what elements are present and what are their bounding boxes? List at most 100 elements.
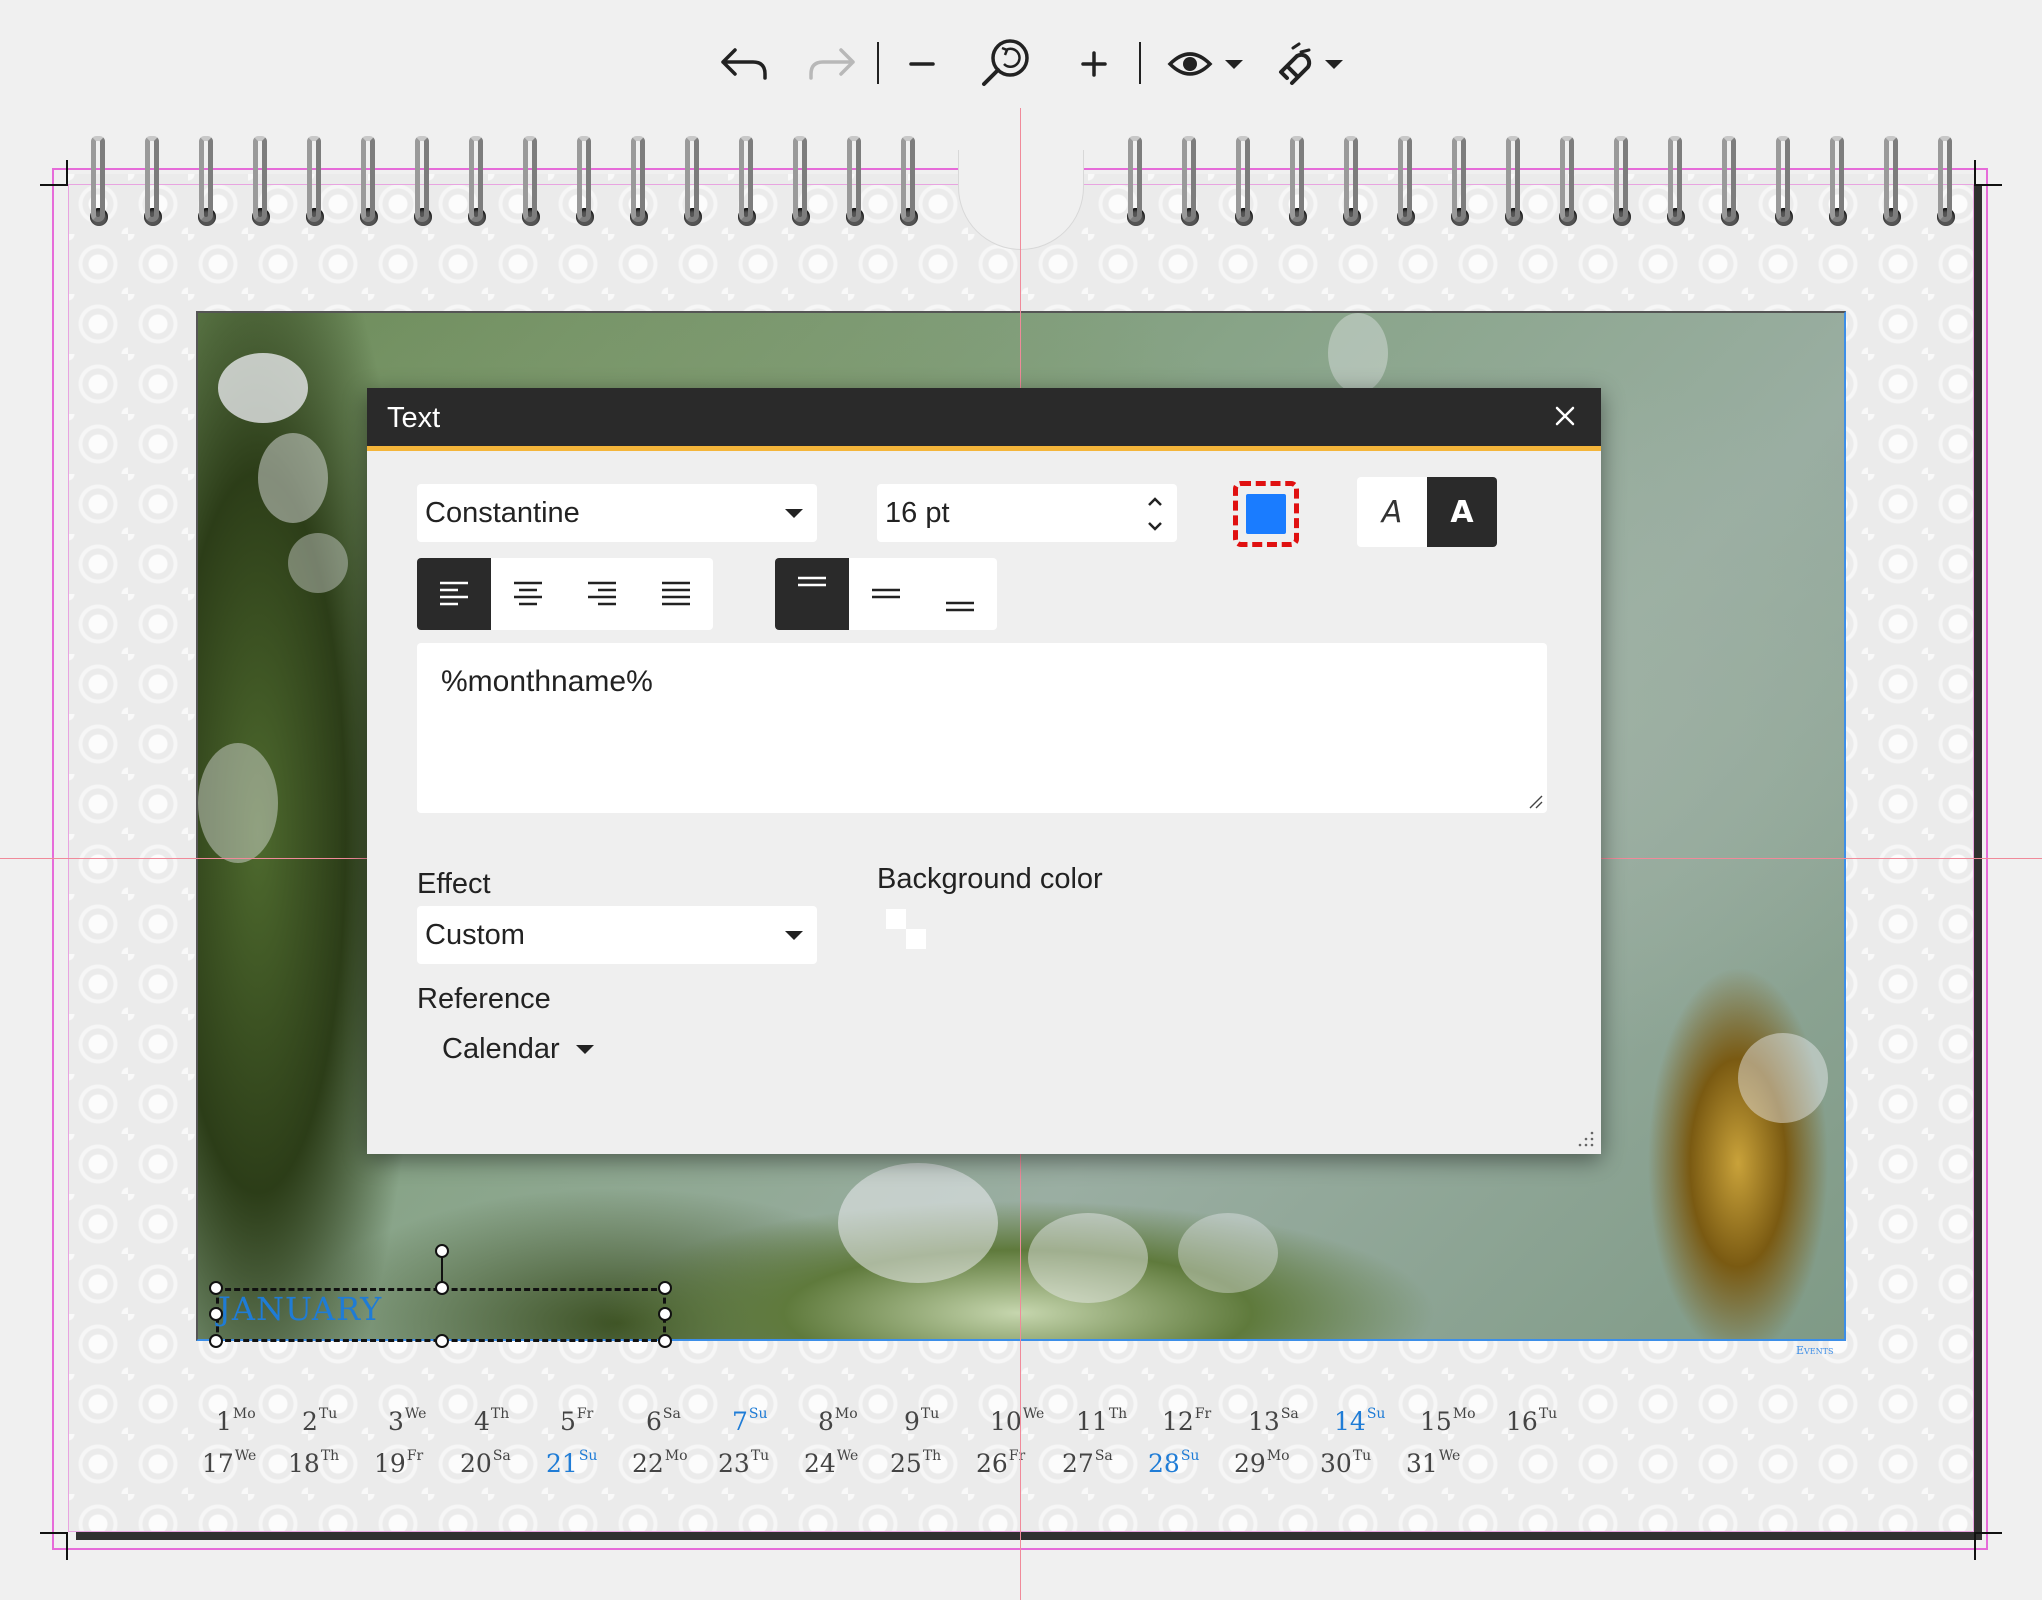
stepper-arrows-icon[interactable] — [1145, 489, 1165, 539]
calendar-day[interactable]: 15Mo — [1420, 1406, 1476, 1436]
day-abbreviation: Tu — [318, 1406, 338, 1422]
rotation-handle[interactable] — [435, 1244, 449, 1258]
calendar-day[interactable]: 3We — [388, 1406, 426, 1436]
calendar-day[interactable]: 6Sa — [646, 1406, 681, 1436]
calendar-day[interactable]: 24We — [804, 1448, 858, 1478]
calendar-day[interactable]: 18Th — [288, 1448, 339, 1478]
day-number: 11 — [1076, 1407, 1108, 1436]
zoom-in-button[interactable] — [1072, 36, 1116, 92]
day-abbreviation: Sa — [492, 1448, 511, 1464]
reference-label: Reference — [417, 983, 551, 1015]
photo-detail — [1738, 1033, 1828, 1123]
calendar-day[interactable]: 23Tu — [718, 1448, 769, 1478]
spiral-ring — [680, 136, 706, 232]
calendar-day[interactable]: 27Sa — [1062, 1448, 1113, 1478]
day-abbreviation: Th — [1108, 1406, 1128, 1422]
calendar-day[interactable]: 11Th — [1076, 1406, 1127, 1436]
resize-handle[interactable] — [209, 1281, 223, 1295]
calendar-day[interactable]: 21Su — [546, 1448, 597, 1478]
align-bottom-button[interactable] — [923, 558, 997, 630]
calendar-day[interactable]: 19Fr — [374, 1448, 423, 1478]
calendar-day[interactable]: 9Tu — [904, 1406, 939, 1436]
align-justify-button[interactable] — [639, 558, 713, 630]
eye-icon — [1167, 52, 1213, 76]
align-middle-button[interactable] — [849, 558, 923, 630]
spiral-ring — [734, 136, 760, 232]
preview-button[interactable] — [1160, 36, 1250, 92]
spiral-ring — [1663, 136, 1689, 232]
resize-handle[interactable] — [435, 1281, 449, 1295]
spiral-ring — [1825, 136, 1851, 232]
bold-style-button[interactable]: A — [1427, 477, 1497, 547]
close-button[interactable] — [1551, 402, 1579, 430]
resize-handle[interactable] — [435, 1334, 449, 1348]
effect-select[interactable]: Custom — [417, 906, 817, 964]
calendar-day[interactable]: 26Fr — [976, 1448, 1025, 1478]
font-select[interactable]: Constantine — [417, 484, 817, 542]
calendar-day[interactable]: 4Th — [474, 1406, 509, 1436]
photo-detail — [1028, 1213, 1148, 1303]
calendar-day[interactable]: 30Tu — [1320, 1448, 1371, 1478]
text-content-input[interactable]: %monthname% — [417, 643, 1547, 813]
zoom-out-button[interactable] — [900, 36, 944, 92]
spiral-ring — [1555, 136, 1581, 232]
undo-button[interactable] — [712, 36, 776, 92]
calendar-day[interactable]: 28Su — [1148, 1448, 1199, 1478]
resize-handle[interactable] — [658, 1281, 672, 1295]
regular-style-button[interactable]: A — [1357, 477, 1427, 547]
reference-dropdown[interactable]: Calendar — [442, 1033, 594, 1066]
calendar-day[interactable]: 7Su — [732, 1406, 768, 1436]
calendar-day[interactable]: 29Mo — [1234, 1448, 1290, 1478]
resize-handle[interactable] — [658, 1307, 672, 1321]
day-number: 30 — [1320, 1449, 1352, 1478]
day-number: 15 — [1420, 1407, 1452, 1436]
calendar-day[interactable]: 2Tu — [302, 1406, 337, 1436]
text-color-picker[interactable] — [1233, 481, 1299, 547]
page-shadow — [1974, 184, 1982, 1540]
zoom-fit-button[interactable] — [976, 36, 1036, 92]
calendar-day[interactable]: 31We — [1406, 1448, 1460, 1478]
snap-button[interactable] — [1268, 36, 1348, 92]
resize-handle[interactable] — [209, 1307, 223, 1321]
spiral-ring — [1879, 136, 1905, 232]
calendar-day[interactable]: 16Tu — [1506, 1406, 1557, 1436]
calendar-day[interactable]: 10We — [990, 1406, 1044, 1436]
spiral-ring — [1933, 136, 1959, 232]
redo-button[interactable] — [800, 36, 864, 92]
align-center-button[interactable] — [491, 558, 565, 630]
vertical-alignment-group — [775, 558, 997, 630]
calendar-day[interactable]: 1Mo — [216, 1406, 256, 1436]
calendar-day[interactable]: 20Sa — [460, 1448, 511, 1478]
calendar-day[interactable]: 8Mo — [818, 1406, 858, 1436]
calendar-day[interactable]: 5Fr — [560, 1406, 593, 1436]
spiral-ring — [1177, 136, 1203, 232]
day-number: 19 — [374, 1449, 406, 1478]
events-label[interactable]: Events — [1796, 1344, 1833, 1357]
align-center-icon — [514, 581, 542, 606]
text-color-fill — [1246, 494, 1286, 534]
day-abbreviation: Su — [1180, 1448, 1200, 1464]
calendar-day[interactable]: 12Fr — [1162, 1406, 1211, 1436]
calendar-day[interactable]: 22Mo — [632, 1448, 688, 1478]
day-abbreviation: We — [836, 1448, 859, 1464]
transparent-color-icon[interactable] — [886, 909, 926, 949]
day-abbreviation: Sa — [662, 1406, 681, 1422]
resize-handle[interactable] — [209, 1334, 223, 1348]
dialog-accent-bar — [367, 446, 1601, 451]
calendar-day[interactable]: 17We — [202, 1448, 256, 1478]
dialog-header[interactable]: Text — [367, 388, 1601, 446]
magnet-icon — [1279, 42, 1312, 85]
calendar-day[interactable]: 14Su — [1334, 1406, 1385, 1436]
font-size-stepper[interactable]: 16 pt — [877, 484, 1177, 542]
day-number: 2 — [302, 1407, 318, 1436]
calendar-day[interactable]: 13Sa — [1248, 1406, 1299, 1436]
dialog-resize-grip-icon[interactable] — [1577, 1130, 1595, 1148]
photo-detail — [258, 433, 328, 523]
align-right-button[interactable] — [565, 558, 639, 630]
photo-detail — [288, 533, 348, 593]
align-left-button[interactable] — [417, 558, 491, 630]
calendar-day[interactable]: 25Th — [890, 1448, 941, 1478]
resize-grip-icon[interactable] — [1527, 793, 1543, 809]
resize-handle[interactable] — [658, 1334, 672, 1348]
align-top-button[interactable] — [775, 558, 849, 630]
